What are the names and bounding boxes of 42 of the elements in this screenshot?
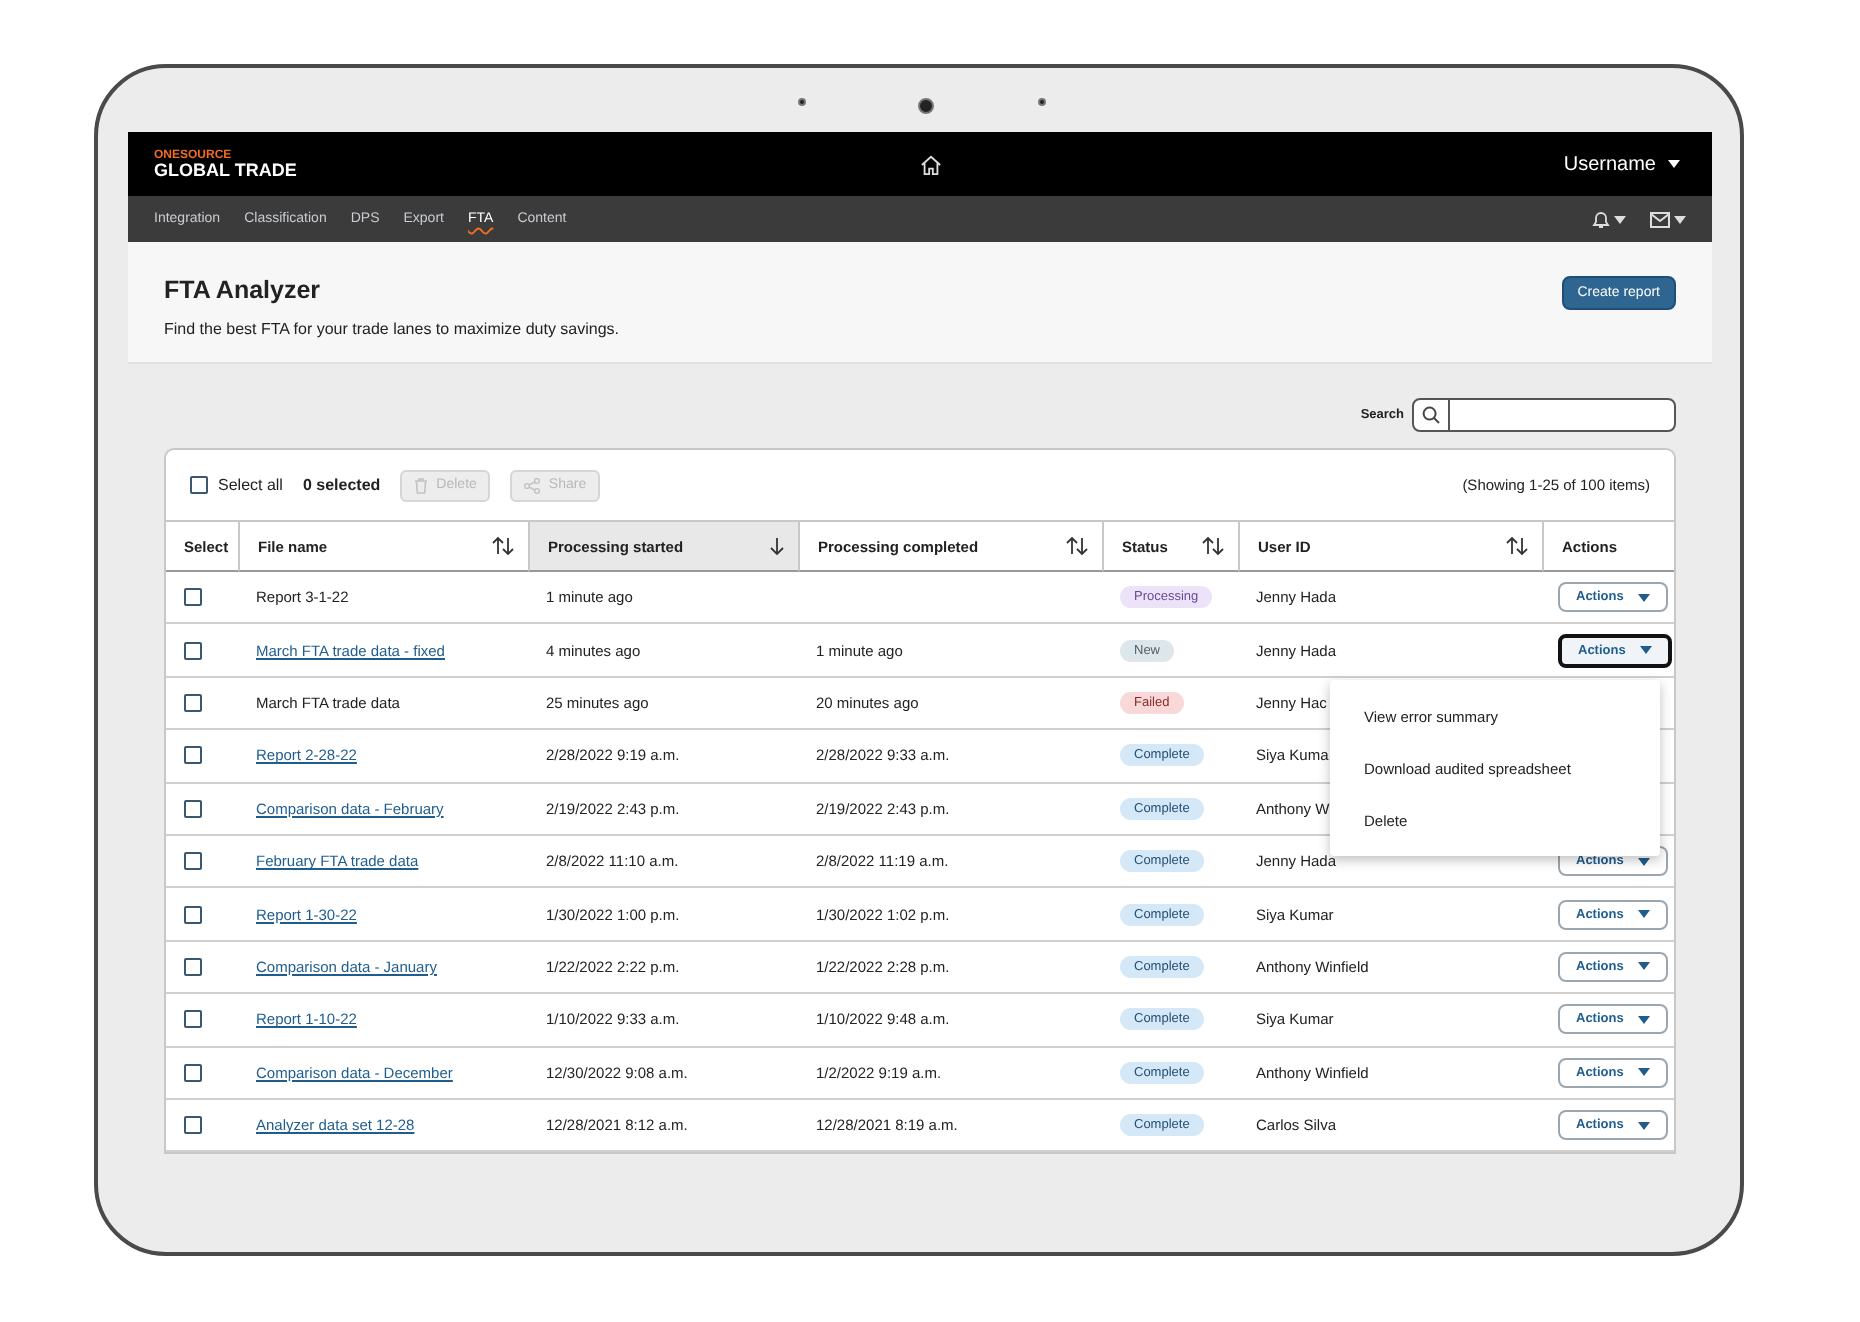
caret-icon — [1637, 1015, 1650, 1024]
caret-icon — [1637, 910, 1650, 919]
caret-icon — [1637, 593, 1650, 602]
select-all-checkbox[interactable]: Select all — [190, 476, 283, 494]
row-checkbox[interactable] — [184, 905, 202, 924]
row-checkbox[interactable] — [184, 1010, 202, 1029]
row-checkbox[interactable] — [184, 1116, 202, 1135]
row-checkbox[interactable] — [184, 693, 202, 712]
row-checkbox[interactable] — [184, 852, 202, 871]
search-field[interactable] — [1412, 398, 1676, 432]
logo-text: GLOBAL TRADE — [154, 161, 297, 179]
sort-descending-icon[interactable] — [770, 536, 784, 556]
messages-button[interactable] — [1650, 211, 1686, 227]
trash-icon — [414, 477, 429, 493]
row-checkbox[interactable] — [184, 799, 202, 818]
selected-count: 0 selected — [302, 476, 381, 494]
user-menu[interactable]: Username — [1563, 153, 1680, 175]
row-checkbox[interactable] — [184, 957, 202, 976]
caret-icon — [1674, 215, 1686, 223]
home-icon[interactable] — [919, 153, 942, 175]
sort-icon[interactable] — [1066, 536, 1088, 556]
share-icon — [524, 477, 541, 493]
row-checkbox[interactable] — [184, 588, 202, 607]
search-icon — [1422, 406, 1440, 424]
caret-icon — [1639, 646, 1652, 655]
caret-icon — [1637, 1068, 1650, 1077]
page-title: FTA Analyzer — [164, 276, 323, 304]
sort-icon[interactable] — [1202, 536, 1224, 556]
sort-icon[interactable] — [1506, 536, 1528, 556]
caret-icon — [1614, 215, 1626, 223]
row-checkbox[interactable] — [184, 641, 202, 660]
sort-icon[interactable] — [492, 536, 514, 556]
sensor-icon — [1038, 98, 1046, 106]
sensor-icon — [798, 98, 806, 106]
camera-icon — [918, 98, 934, 114]
caret-icon — [1637, 962, 1650, 971]
caret-icon — [1667, 160, 1680, 168]
row-checkbox[interactable] — [184, 1063, 202, 1082]
row-checkbox[interactable] — [184, 746, 202, 765]
caret-icon — [1637, 1121, 1650, 1130]
notifications-button[interactable] — [1592, 209, 1626, 229]
page-subtitle: Find the best FTA for your trade lanes to maximize duty savings. — [164, 320, 620, 338]
